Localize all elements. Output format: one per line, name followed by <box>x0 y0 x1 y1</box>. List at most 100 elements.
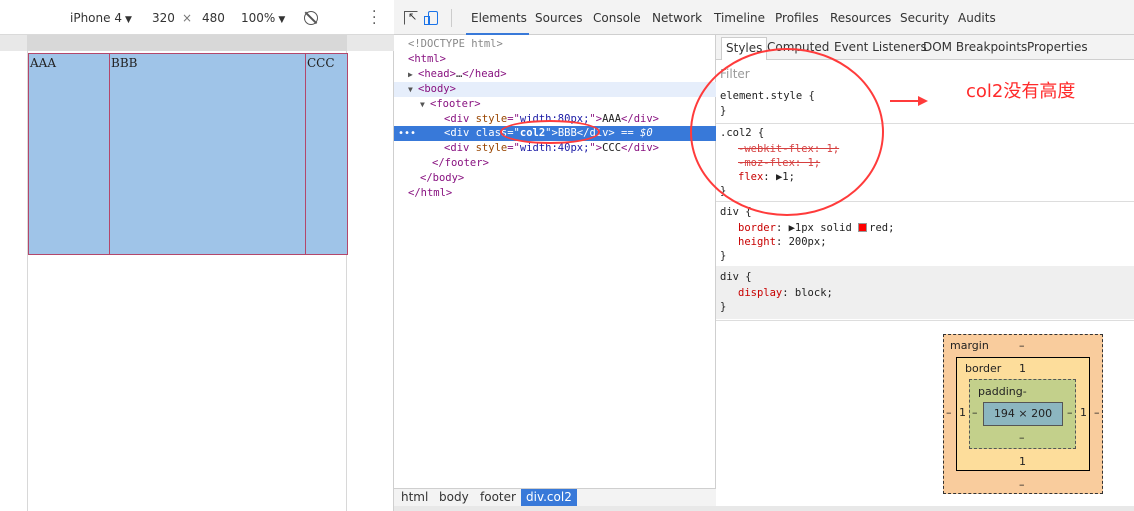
tab-timeline[interactable]: Timeline <box>714 11 765 25</box>
annotation-arrow-icon <box>890 96 928 106</box>
node-menu-icon[interactable]: ••• <box>398 126 416 141</box>
padding-label: padding- <box>978 385 1027 398</box>
tab-separator <box>451 9 452 27</box>
dom-node-body[interactable]: ▼ <body> <box>394 82 716 97</box>
tab-event-listeners[interactable]: Event Listeners <box>834 40 927 54</box>
column-ccc: CCC <box>306 53 348 255</box>
breadcrumb-footer[interactable]: footer <box>480 490 516 504</box>
dom-node-head[interactable]: ▶ <head>…</head> <box>394 67 716 82</box>
dropdown-arrow-icon: ▼ <box>124 15 132 25</box>
annotation-text: col2没有高度 <box>966 81 1076 102</box>
property-value: : block; <box>782 287 833 299</box>
bottom-drawer-edge <box>394 506 1134 511</box>
tab-elements[interactable]: Elements <box>471 11 527 25</box>
breadcrumb-body[interactable]: body <box>439 490 469 504</box>
collapse-triangle-icon[interactable]: ▼ <box>420 97 430 112</box>
attr-close: "> <box>589 113 603 125</box>
ua-div-selector: div { <box>720 271 752 283</box>
device-emulation-pane: iPhone 4 ▼ 320 × 480 100% ▼ · · · AAA BBB CC… <box>0 0 394 511</box>
property-name: border <box>738 222 776 234</box>
footer-close-tag: </footer> <box>432 157 489 169</box>
html-open-tag: <html> <box>408 53 446 65</box>
border-bottom-value: 1 <box>1019 455 1026 468</box>
border-label: border <box>965 362 1002 375</box>
margin-left-value: – <box>946 406 952 419</box>
rotate-icon[interactable] <box>304 11 318 25</box>
user-agent-rule: div { display: block; } <box>716 266 1134 319</box>
border-right-value: 1 <box>1080 406 1087 419</box>
node-text: CCC <box>602 142 622 154</box>
ruler-viewport-mark <box>27 35 347 51</box>
annotation-circle-col2 <box>500 120 600 144</box>
device-mode-icon[interactable] <box>424 11 438 25</box>
tab-profiles[interactable]: Profiles <box>775 11 819 25</box>
dom-node-body-close[interactable]: </body> <box>394 171 716 186</box>
div-open-tag: <div <box>444 142 476 154</box>
div-open-tag: <div <box>444 127 476 139</box>
tab-audits[interactable]: Audits <box>958 11 996 25</box>
div-open-tag: <div <box>444 113 476 125</box>
breadcrumb-div-col2[interactable]: div.col2 <box>521 489 577 506</box>
style-prop-height[interactable]: height: 200px; <box>738 235 827 249</box>
property-name: display <box>738 287 783 299</box>
tab-console[interactable]: Console <box>593 11 641 25</box>
div-close-tag: </div> <box>621 142 659 154</box>
dom-node-html-close[interactable]: </html> <box>394 186 716 201</box>
breadcrumb-html[interactable]: html <box>401 490 428 504</box>
padding-left-value: – <box>972 406 978 419</box>
device-toolbar: iPhone 4 ▼ 320 × 480 100% ▼ · · · <box>0 0 394 35</box>
tab-network[interactable]: Network <box>652 11 702 25</box>
tab-dom-breakpoints[interactable]: DOM Breakpoints <box>923 40 1027 54</box>
margin-top-value: – <box>1019 339 1025 352</box>
rule-close-brace: } <box>720 250 727 262</box>
tab-properties[interactable]: Properties <box>1027 40 1088 54</box>
inspect-element-icon[interactable] <box>404 10 418 25</box>
viewport-height-input[interactable]: 480 <box>202 11 225 25</box>
devtools-tabbar: Elements Sources Console Network Timelin… <box>394 0 1134 35</box>
collapse-triangle-icon[interactable]: ▼ <box>408 82 418 97</box>
border-top-value: 1 <box>1019 362 1026 375</box>
column-bbb: BBB <box>110 53 306 255</box>
dom-tree: <!DOCTYPE html> <html> ▶ <head>…</head> ▼… <box>394 35 716 488</box>
html-close-tag: </html> <box>408 187 453 199</box>
tab-sources[interactable]: Sources <box>535 11 582 25</box>
property-color-value: red; <box>869 222 895 234</box>
property-value: : ▶1px solid <box>775 222 859 234</box>
dom-node-footer-close[interactable]: </footer> <box>394 156 716 171</box>
tab-resources[interactable]: Resources <box>830 11 891 25</box>
dom-node-doctype[interactable]: <!DOCTYPE html> <box>394 37 716 52</box>
padding-bottom-value: – <box>1019 431 1025 444</box>
style-prop-display: display: block; <box>738 286 833 300</box>
head-close-tag: </head> <box>462 68 507 80</box>
viewport-width-input[interactable]: 320 <box>152 11 175 25</box>
dom-node-html[interactable]: <html> <box>394 52 716 67</box>
expand-triangle-icon[interactable]: ▶ <box>408 67 418 82</box>
styles-bottom-divider <box>716 320 1134 321</box>
zoom-select[interactable]: 100% ▼ <box>241 11 285 25</box>
annotation-circle-styles <box>690 48 884 216</box>
div-close-tag: </div> <box>621 113 659 125</box>
breadcrumb: html body footer div.col2 <box>394 488 716 506</box>
box-model-content[interactable]: 194 × 200 <box>983 402 1063 426</box>
times-icon: × <box>182 11 193 25</box>
dropdown-arrow-icon: ▼ <box>278 15 286 25</box>
device-select[interactable]: iPhone 4 ▼ <box>70 11 132 25</box>
tab-security[interactable]: Security <box>900 11 949 25</box>
property-name: height <box>738 236 776 248</box>
ruler <box>0 35 394 51</box>
style-prop-border[interactable]: border: ▶1px solid red; <box>738 221 894 235</box>
color-swatch-icon[interactable] <box>858 223 868 232</box>
head-open-tag: <head> <box>418 68 456 80</box>
attr-name: style <box>475 113 508 125</box>
margin-label: margin <box>950 339 989 352</box>
property-value: : 200px; <box>775 236 827 248</box>
zoom-value: 100% <box>241 11 276 25</box>
rule-close-brace: } <box>720 301 727 313</box>
body-close-tag: </body> <box>420 172 465 184</box>
border-left-value: 1 <box>959 406 966 419</box>
device-name: iPhone 4 <box>70 11 122 25</box>
more-options-icon[interactable]: · · · <box>372 5 376 31</box>
margin-right-value: – <box>1094 406 1100 419</box>
dom-node-footer[interactable]: ▼ <footer> <box>394 97 716 112</box>
attr-name: style <box>475 142 508 154</box>
